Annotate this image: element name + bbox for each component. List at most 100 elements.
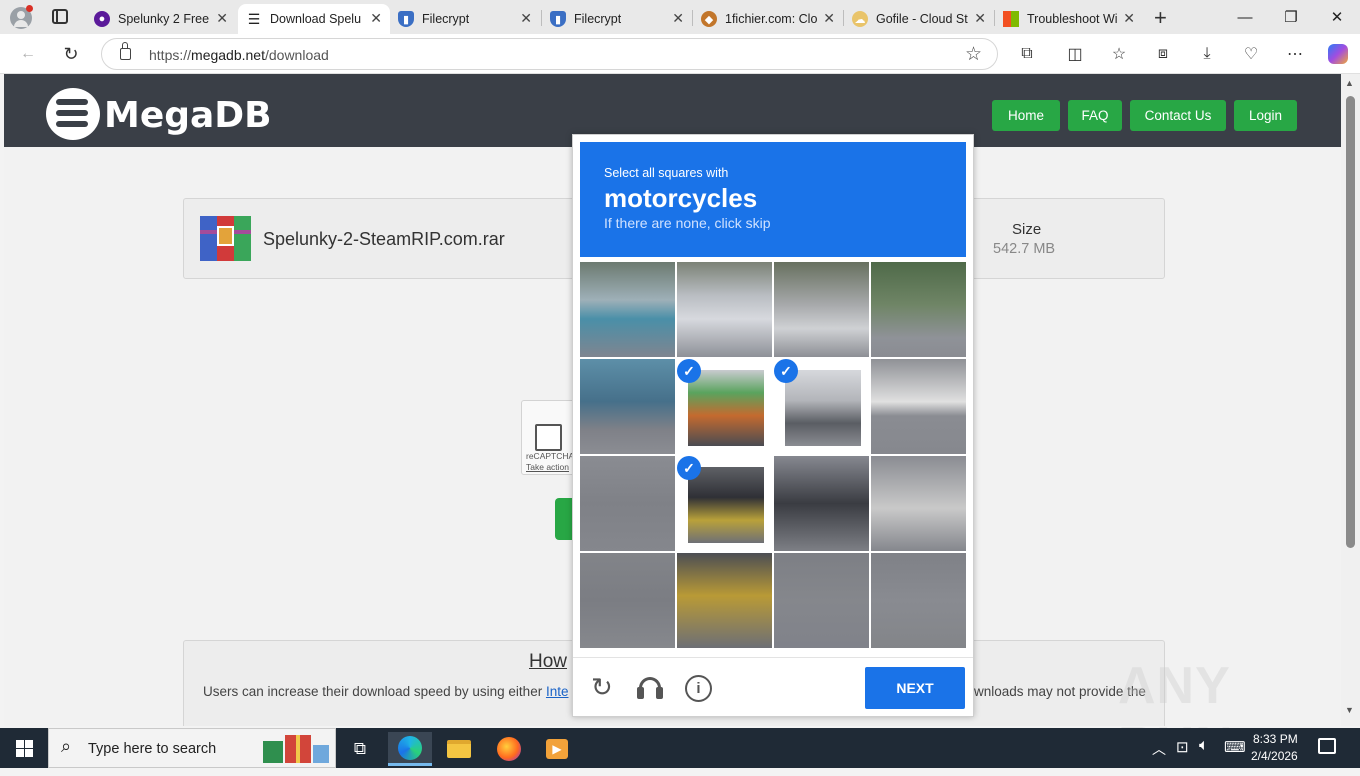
close-tab-icon[interactable]: ✕ <box>823 10 835 27</box>
scrollbar-thumb[interactable] <box>1346 96 1355 548</box>
reload-icon[interactable]: ↻ <box>591 672 613 703</box>
tab-gofile[interactable]: ☁ Gofile - Cloud St ✕ <box>844 4 994 34</box>
windows-start-icon[interactable] <box>16 740 33 757</box>
task-view-icon[interactable]: ⧉ <box>338 732 382 766</box>
captcha-tile[interactable] <box>871 456 966 551</box>
winrar-archive-icon <box>200 216 251 261</box>
captcha-tile-image <box>688 467 764 543</box>
captcha-tile-image <box>580 456 675 551</box>
downloads-icon[interactable]: ⤓ <box>1194 42 1220 66</box>
close-window-button[interactable]: ✕ <box>1314 0 1360 34</box>
tab-actions-icon[interactable] <box>52 9 68 24</box>
recaptcha-checkbox[interactable] <box>535 424 562 451</box>
1fichier-favicon-icon: ◆ <box>701 11 717 27</box>
refresh-icon[interactable]: ↻ <box>58 42 84 66</box>
volume-icon[interactable]: 🔈︎ <box>1199 737 1209 755</box>
selected-check-icon: ✓ <box>677 456 701 480</box>
scroll-up-icon[interactable]: ▲ <box>1345 78 1354 88</box>
copilot-icon[interactable] <box>1325 42 1351 66</box>
captcha-tile[interactable] <box>677 553 772 648</box>
captcha-tile[interactable] <box>774 262 869 357</box>
tab-filecrypt-1[interactable]: ▮ Filecrypt ✕ <box>390 4 540 34</box>
lock-icon[interactable] <box>120 42 131 60</box>
challenge-target: motorcycles <box>604 183 758 213</box>
tab-download[interactable]: ☰ Download Spelu ✕ <box>238 4 390 34</box>
captcha-tile[interactable] <box>580 456 675 551</box>
captcha-tile[interactable] <box>774 553 869 648</box>
captcha-tile[interactable]: ✓ <box>677 456 772 551</box>
close-tab-icon[interactable]: ✕ <box>520 10 532 27</box>
captcha-tile[interactable] <box>580 262 675 357</box>
tab-troubleshoot[interactable]: Troubleshoot Wi ✕ <box>995 4 1143 34</box>
edge-taskbar-icon[interactable] <box>388 732 432 766</box>
challenge-hint: If there are none, click skip <box>604 215 771 231</box>
next-button[interactable]: NEXT <box>865 667 965 709</box>
taskbar-search-box[interactable]: ⌕ Type here to search <box>48 728 336 768</box>
clock-date[interactable]: 2/4/2026 <box>1251 749 1298 763</box>
more-menu-icon[interactable]: ⋯ <box>1282 42 1308 66</box>
captcha-tile[interactable] <box>871 359 966 454</box>
nav-faq-button[interactable]: FAQ <box>1068 100 1122 131</box>
microsoft-logo-icon <box>1003 11 1019 27</box>
extensions-icon[interactable]: ⧉ <box>1014 42 1040 66</box>
browser-essentials-icon[interactable]: ♡ <box>1238 42 1264 66</box>
firefox-icon[interactable] <box>487 732 531 766</box>
shield-icon: ▮ <box>550 11 566 27</box>
favorite-star-icon[interactable]: ☆ <box>965 43 982 66</box>
size-label: Size <box>1012 221 1042 238</box>
nav-login-button[interactable]: Login <box>1234 100 1297 131</box>
captcha-tile[interactable] <box>580 553 675 648</box>
close-tab-icon[interactable]: ✕ <box>672 10 684 27</box>
new-tab-button[interactable]: + <box>1154 5 1167 31</box>
close-tab-icon[interactable]: ✕ <box>216 10 228 27</box>
collections-icon[interactable]: ⧈ <box>1150 42 1176 66</box>
windows-taskbar: ⌕ Type here to search ⧉ ▶ ︿ ⊡ 🔈︎ ⌨︎ 8:33… <box>0 728 1360 768</box>
challenge-instruction: Select all squares with <box>604 166 729 180</box>
clock-time[interactable]: 8:33 PM <box>1253 732 1298 746</box>
favorites-icon[interactable]: ☆ <box>1106 42 1132 66</box>
size-value: 542.7 MB <box>993 241 1056 257</box>
captcha-tile[interactable] <box>774 456 869 551</box>
address-bar[interactable]: https://megadb.net/download ☆ <box>101 38 998 70</box>
recaptcha-challenge: Select all squares with motorcycles If t… <box>572 134 974 717</box>
megadb-logo[interactable]: MegaDB <box>44 86 284 142</box>
back-icon[interactable]: ← <box>15 42 41 66</box>
close-tab-icon[interactable]: ✕ <box>370 10 382 27</box>
how-title: How <box>529 651 568 672</box>
page-scrollbar[interactable]: ▲ ▼ <box>1341 74 1360 726</box>
nav-home-button[interactable]: Home <box>992 100 1060 131</box>
restore-button[interactable]: ❐ <box>1268 0 1314 34</box>
minimize-button[interactable]: — <box>1222 0 1268 34</box>
captcha-tile[interactable]: ✓ <box>677 359 772 454</box>
recaptcha-action-link[interactable]: Take action <box>526 462 569 472</box>
captcha-tile[interactable] <box>871 262 966 357</box>
captcha-tile[interactable] <box>871 553 966 648</box>
recaptcha-label: reCAPTCHA <box>526 451 575 461</box>
keyboard-icon[interactable]: ⌨︎ <box>1224 738 1246 756</box>
captcha-tile-image <box>871 456 966 551</box>
challenge-image-grid: ✓ ✓ ✓ <box>580 262 967 649</box>
file-explorer-icon[interactable] <box>437 732 481 766</box>
captcha-tile[interactable] <box>580 359 675 454</box>
captcha-tile[interactable] <box>677 262 772 357</box>
media-player-icon[interactable]: ▶ <box>535 732 579 766</box>
profile-icon[interactable] <box>10 5 33 29</box>
gofile-favicon-icon: ☁ <box>852 11 868 27</box>
how-text: Users can increase their download speed … <box>203 684 569 699</box>
close-tab-icon[interactable]: ✕ <box>1123 10 1135 27</box>
tab-1fichier[interactable]: ◆ 1fichier.com: Clo ✕ <box>693 4 843 34</box>
database-stack-icon <box>44 86 101 142</box>
tab-filecrypt-2[interactable]: ▮ Filecrypt ✕ <box>542 4 692 34</box>
captcha-tile[interactable]: ✓ <box>774 359 869 454</box>
how-link[interactable]: Inte <box>546 684 569 699</box>
nav-contact-button[interactable]: Contact Us <box>1130 100 1226 131</box>
show-hidden-icons[interactable]: ︿ <box>1152 739 1166 759</box>
close-tab-icon[interactable]: ✕ <box>974 10 986 27</box>
audio-challenge-icon[interactable] <box>637 675 663 701</box>
network-icon[interactable]: ⊡ <box>1176 738 1189 756</box>
info-icon[interactable]: i <box>685 675 712 702</box>
tab-spelunky[interactable]: ● Spelunky 2 Free ✕ <box>86 4 236 34</box>
split-screen-icon[interactable]: ◫ <box>1062 42 1088 66</box>
captcha-tile-image <box>677 262 772 357</box>
notifications-icon[interactable] <box>1318 738 1336 754</box>
